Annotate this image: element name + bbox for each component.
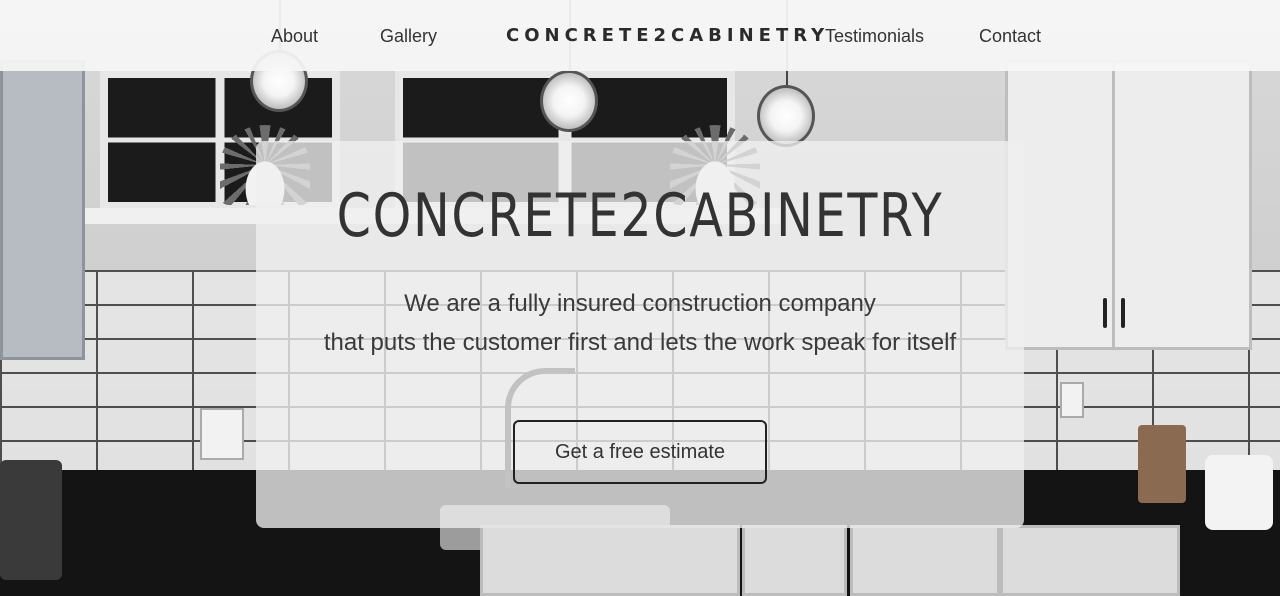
coffee-maker [0, 460, 62, 580]
nav-link-contact[interactable]: Contact [979, 26, 1041, 47]
wall-outlet [200, 408, 244, 460]
hero-tagline-line-1: We are a fully insured construction comp… [404, 290, 876, 317]
upper-cabinet-right-2 [1112, 60, 1252, 350]
wall-outlet [1060, 382, 1084, 418]
cabinet-handle [1121, 298, 1125, 328]
cabinet-handle [1103, 298, 1107, 328]
site-logo-wordmark[interactable]: CONCRETE2CABINETRY [506, 25, 829, 46]
lower-drawer [742, 525, 847, 596]
upper-cabinet-left [0, 60, 85, 360]
hero-tagline-line-2: that puts the customer first and lets th… [323, 329, 957, 356]
pendant-light [757, 85, 815, 147]
nav-link-gallery[interactable]: Gallery [380, 26, 437, 47]
top-navigation-bar: About Gallery CONCRETE2CABINETRY Testimo… [0, 0, 1280, 71]
lower-cabinet [480, 525, 740, 596]
lower-drawer [1000, 525, 1180, 596]
knife-block [1138, 425, 1186, 503]
hero-title: CONCRETE2CABINETRY [336, 181, 944, 251]
hero-overlay-card: CONCRETE2CABINETRY We are a fully insure… [256, 141, 1024, 528]
pendant-light [540, 70, 598, 132]
kitchen-canister [1205, 455, 1273, 530]
free-estimate-button[interactable]: Get a free estimate [513, 420, 767, 484]
lower-cabinet [850, 525, 1000, 596]
nav-link-about[interactable]: About [271, 26, 318, 47]
nav-link-testimonials[interactable]: Testimonials [825, 26, 924, 47]
